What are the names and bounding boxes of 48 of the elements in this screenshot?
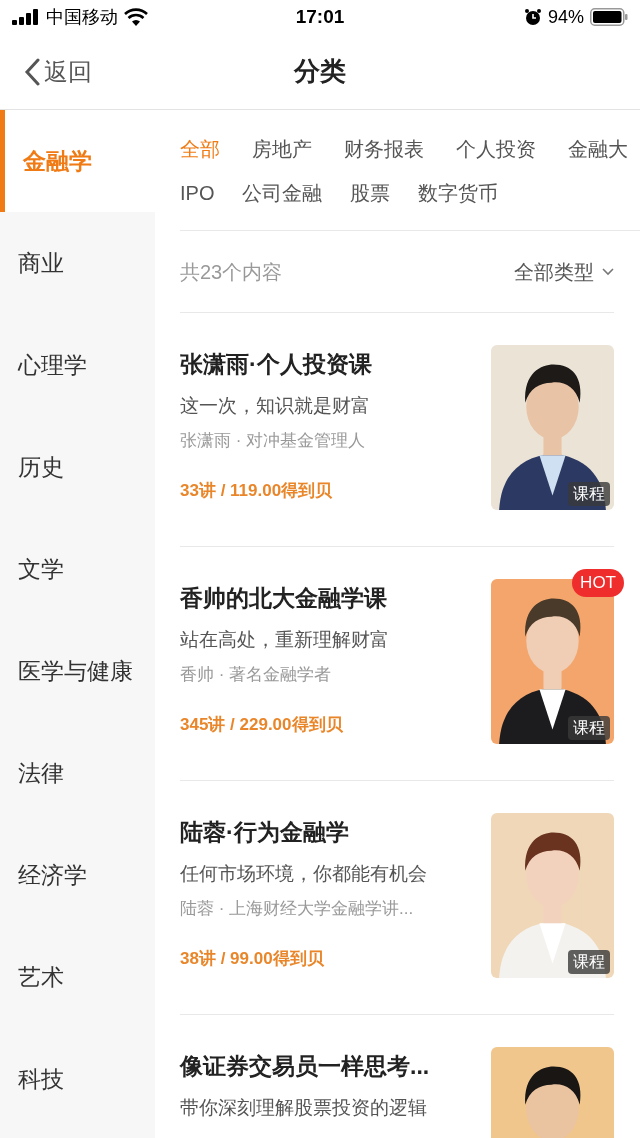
sidebar-item[interactable]: 文学 <box>0 518 155 620</box>
sidebar-item[interactable]: 历史 <box>0 416 155 518</box>
course-title: 张潇雨·个人投资课 <box>180 350 372 379</box>
sidebar-item[interactable]: 科技 <box>0 1028 155 1130</box>
sidebar-item[interactable]: 心理学 <box>0 314 155 416</box>
course-badge: 课程 <box>568 716 610 740</box>
course-subtitle: 站在高处，重新理解财富 <box>180 627 389 652</box>
wifi-icon <box>124 8 148 26</box>
chevron-left-icon <box>24 57 40 86</box>
course-title: 香帅的北大金融学课 <box>180 584 388 613</box>
type-filter[interactable]: 全部类型 <box>514 256 614 287</box>
course-author: 香帅 · 著名金融学者 <box>180 664 333 686</box>
category-tag[interactable]: 股票 <box>350 178 391 208</box>
category-tag[interactable]: 个人投资 <box>456 134 536 164</box>
course-title: 像证券交易员一样思考... <box>180 1052 430 1081</box>
course-subtitle: 任何市场环境，你都能有机会 <box>180 861 427 886</box>
alarm-icon <box>523 8 542 26</box>
chevron-down-icon <box>602 267 614 276</box>
category-tag[interactable]: 金融大 <box>568 134 628 164</box>
course-badge: 课程 <box>568 950 610 974</box>
course-badge: 课程 <box>568 482 610 506</box>
battery-percent: 94% <box>547 5 584 29</box>
sidebar-item[interactable]: 商业 <box>0 212 155 314</box>
course-subtitle: 这一次，知识就是财富 <box>180 393 371 418</box>
category-tag[interactable]: IPO <box>180 178 215 208</box>
category-tag[interactable]: 公司金融 <box>242 178 323 208</box>
course-subtitle: 带你深刻理解股票投资的逻辑 <box>180 1095 428 1120</box>
battery-icon <box>590 8 628 26</box>
sidebar-item[interactable]: 医学与健康 <box>0 620 155 722</box>
course-price: 38讲 / 99.00得到贝 <box>180 947 325 970</box>
sidebar-item[interactable]: 经济学 <box>0 824 155 926</box>
sidebar-item[interactable]: 艺术 <box>0 926 155 1028</box>
carrier-name: 中国移动 <box>46 5 118 29</box>
course-author: 陆蓉 · 上海财经大学金融学讲... <box>180 898 415 920</box>
category-tag[interactable]: 财务报表 <box>344 134 424 164</box>
hot-badge: HOT <box>572 569 624 597</box>
clock-time: 17:01 <box>295 4 345 29</box>
sidebar-item[interactable]: 法律 <box>0 722 155 824</box>
back-button[interactable]: 返回 <box>24 53 92 90</box>
category-tag[interactable]: 房地产 <box>252 134 312 164</box>
course-price: 33讲 / 119.00得到贝 <box>180 479 334 502</box>
signal-icon <box>12 9 40 25</box>
course-title: 陆蓉·行为金融学 <box>180 818 350 847</box>
course-author: 张潇雨 · 对冲基金管理人 <box>180 430 367 452</box>
course-price: 345讲 / 229.00得到贝 <box>180 713 344 736</box>
category-tag[interactable]: 数字货币 <box>418 178 499 208</box>
result-count: 共23个内容 <box>180 259 283 285</box>
page-title: 分类 <box>294 55 346 88</box>
